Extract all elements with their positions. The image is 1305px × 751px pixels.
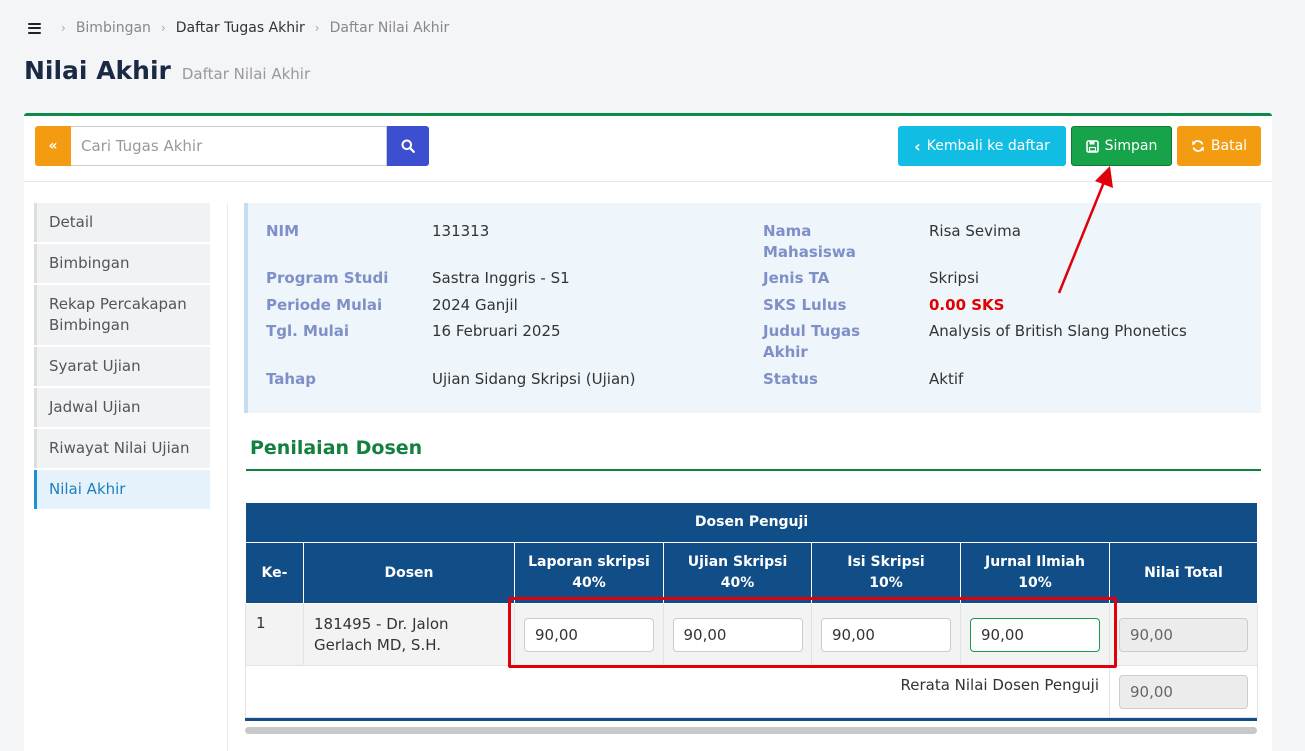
nim-label: NIM <box>266 222 300 240</box>
double-chevron-left-icon: « <box>48 138 58 154</box>
score-ujian-input[interactable] <box>672 617 803 652</box>
col-header-isi: Isi Skripsi 10% <box>811 542 961 604</box>
periode-value: 2024 Ganjil <box>432 296 518 314</box>
cancel-label: Batal <box>1210 138 1248 154</box>
chevron-left-icon: ‹ <box>914 136 921 156</box>
col-header-dosen: Dosen <box>303 542 515 604</box>
student-info-panel: NIM 131313 Nama Mahasiswa Risa Sevima Pr… <box>244 203 1261 413</box>
average-score-field <box>1119 674 1249 709</box>
score-isi-input[interactable] <box>821 617 951 652</box>
row-no: 1 <box>245 603 304 666</box>
back-to-list-button[interactable]: ‹ Kembali ke daftar <box>898 126 1066 166</box>
prodi-value: Sastra Inggris - S1 <box>432 269 570 287</box>
sidebar-item-bimbingan[interactable]: Bimbingan <box>34 244 210 283</box>
total-score-field <box>1119 617 1249 652</box>
sidebar-menu: Detail Bimbingan Rekap Percakapan Bimbin… <box>34 203 210 511</box>
col-header-ujian-title: Ujian Skripsi <box>687 554 788 570</box>
nama-label: Nama Mahasiswa <box>763 222 856 261</box>
sks-value: 0.00 SKS <box>929 296 1005 314</box>
col-header-total: Nilai Total <box>1108 542 1259 604</box>
sidebar-item-jadwal-ujian[interactable]: Jadwal Ujian <box>34 388 210 427</box>
grade-table-wrapper: Dosen Penguji Ke- Dosen Laporan skripsi 4… <box>244 502 1259 734</box>
tgl-label: Tgl. Mulai <box>266 322 350 340</box>
periode-label: Periode Mulai <box>266 296 383 314</box>
group-header: Dosen Penguji <box>244 502 1259 543</box>
col-header-isi-weight: 10% <box>869 575 903 591</box>
back-to-list-label: Kembali ke daftar <box>926 138 1050 154</box>
nama-value: Risa Sevima <box>929 222 1021 240</box>
tgl-value: 16 Februari 2025 <box>432 322 561 340</box>
horizontal-scrollbar[interactable] <box>245 727 1257 734</box>
breadcrumb-item-current: Daftar Nilai Akhir <box>329 20 450 36</box>
status-label: Status <box>763 370 818 388</box>
page-title: Nilai Akhir <box>24 56 171 85</box>
toolbar: « ‹ Kembali ke daftar Simpan <box>24 116 1272 182</box>
tahap-value: Ujian Sidang Skripsi (Ujian) <box>432 370 636 388</box>
menu-icon[interactable] <box>28 22 41 34</box>
col-header-laporan-weight: 40% <box>572 575 606 591</box>
search-input[interactable] <box>71 126 387 166</box>
grade-table: Dosen Penguji Ke- Dosen Laporan skripsi 4… <box>244 502 1259 718</box>
save-label: Simpan <box>1104 138 1158 154</box>
chevron-right-icon: › <box>160 21 166 35</box>
col-header-jurnal-title: Jurnal Ilmiah <box>985 554 1085 570</box>
sidebar-item-rekap-percakapan[interactable]: Rekap Percakapan Bimbingan <box>34 285 210 345</box>
col-header-laporan: Laporan skripsi 40% <box>514 542 664 604</box>
divider <box>227 203 228 751</box>
breadcrumb: › Bimbingan › Daftar Tugas Akhir › Dafta… <box>28 18 449 38</box>
chevron-right-icon: › <box>314 21 320 35</box>
breadcrumb-item-bimbingan[interactable]: Bimbingan <box>76 20 151 36</box>
page-subtitle: Daftar Nilai Akhir <box>181 65 311 83</box>
table-bottom-border <box>245 718 1257 721</box>
sks-label: SKS Lulus <box>763 296 847 314</box>
score-jurnal-input[interactable] <box>970 617 1100 652</box>
search-button[interactable] <box>387 126 429 166</box>
jenis-label: Jenis TA <box>763 269 830 287</box>
judul-value: Analysis of British Slang Phonetics <box>929 322 1187 340</box>
sidebar-item-riwayat-nilai[interactable]: Riwayat Nilai Ujian <box>34 429 210 468</box>
chevron-right-icon: › <box>61 21 66 35</box>
col-header-isi-title: Isi Skripsi <box>847 554 925 570</box>
average-label: Rerata Nilai Dosen Penguji <box>245 665 1110 718</box>
col-header-no: Ke- <box>245 542 304 604</box>
prodi-label: Program Studi <box>266 269 389 287</box>
col-header-ujian-weight: 40% <box>720 575 755 591</box>
col-header-jurnal: Jurnal Ilmiah 10% <box>960 542 1110 604</box>
sidebar-item-detail[interactable]: Detail <box>34 203 210 242</box>
sidebar-item-syarat-ujian[interactable]: Syarat Ujian <box>34 347 210 386</box>
section-underline <box>246 469 1261 471</box>
floppy-disk-icon <box>1085 139 1099 153</box>
row-dosen: 181495 - Dr. Jalon Gerlach MD, S.H. <box>303 603 515 666</box>
main-card: « ‹ Kembali ke daftar Simpan <box>24 113 1272 751</box>
tahap-label: Tahap <box>266 370 316 388</box>
average-row: Rerata Nilai Dosen Penguji <box>245 665 1259 718</box>
search-icon <box>401 139 415 153</box>
refresh-icon <box>1192 140 1204 152</box>
col-header-laporan-title: Laporan skripsi <box>528 554 650 570</box>
col-header-ujian: Ujian Skripsi 40% <box>663 542 812 604</box>
collapse-button[interactable]: « <box>35 126 71 166</box>
page-header: Nilai Akhir Daftar Nilai Akhir <box>24 56 310 85</box>
save-button[interactable]: Simpan <box>1071 126 1172 166</box>
sidebar-item-nilai-akhir[interactable]: Nilai Akhir <box>34 470 210 509</box>
col-header-jurnal-weight: 10% <box>1018 575 1052 591</box>
judul-label: Judul Tugas Akhir <box>763 322 861 361</box>
nim-value: 131313 <box>432 222 490 240</box>
status-value: Aktif <box>929 370 964 388</box>
cancel-button[interactable]: Batal <box>1177 126 1261 166</box>
table-row: 1 181495 - Dr. Jalon Gerlach MD, S.H. <box>245 603 1259 666</box>
score-laporan-input[interactable] <box>524 617 654 652</box>
section-title: Penilaian Dosen <box>250 437 423 459</box>
jenis-value: Skripsi <box>929 269 980 287</box>
breadcrumb-item-daftar-tugas-akhir[interactable]: Daftar Tugas Akhir <box>176 20 305 36</box>
